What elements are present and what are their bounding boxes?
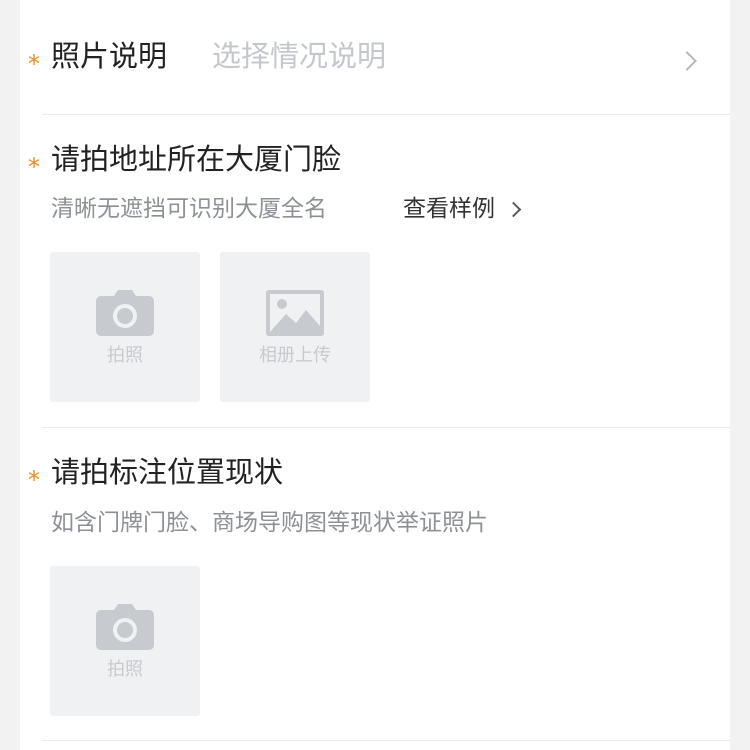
view-example-link[interactable]: 查看样例 (403, 198, 495, 221)
chevron-right-icon (677, 51, 697, 71)
divider (42, 114, 730, 115)
image-icon (266, 290, 324, 336)
required-star-icon: * (28, 466, 40, 494)
page: * 照片说明 选择情况说明 * 请拍地址所在大厦门脸 清晰无遮挡可识别大厦全名 … (0, 0, 750, 750)
take-photo-label: 拍照 (107, 345, 143, 366)
album-upload-label: 相册上传 (259, 345, 331, 366)
take-photo-label: 拍照 (107, 659, 143, 680)
photo-description-placeholder: 选择情况说明 (212, 39, 387, 73)
required-star-icon: * (28, 50, 40, 78)
camera-icon (96, 290, 154, 336)
required-star-icon: * (28, 153, 40, 181)
section-location-title: 请拍标注位置现状 (51, 455, 284, 489)
section-building-title: 请拍地址所在大厦门脸 (51, 142, 342, 176)
section-location-description: 如含门牌门脸、商场导购图等现状举证照片 (51, 510, 488, 536)
photo-description-label: 照片说明 (51, 39, 168, 73)
photo-description-row[interactable]: * 照片说明 选择情况说明 (20, 0, 730, 114)
divider (42, 427, 730, 428)
divider (42, 740, 730, 741)
form-card: * 照片说明 选择情况说明 * 请拍地址所在大厦门脸 清晰无遮挡可识别大厦全名 … (20, 0, 730, 750)
section-building-description: 清晰无遮挡可识别大厦全名 (51, 196, 327, 222)
camera-icon (96, 604, 154, 650)
take-photo-button[interactable]: 拍照 (50, 566, 200, 716)
take-photo-button[interactable]: 拍照 (50, 252, 200, 402)
chevron-right-icon (505, 201, 522, 218)
album-upload-button[interactable]: 相册上传 (220, 252, 370, 402)
